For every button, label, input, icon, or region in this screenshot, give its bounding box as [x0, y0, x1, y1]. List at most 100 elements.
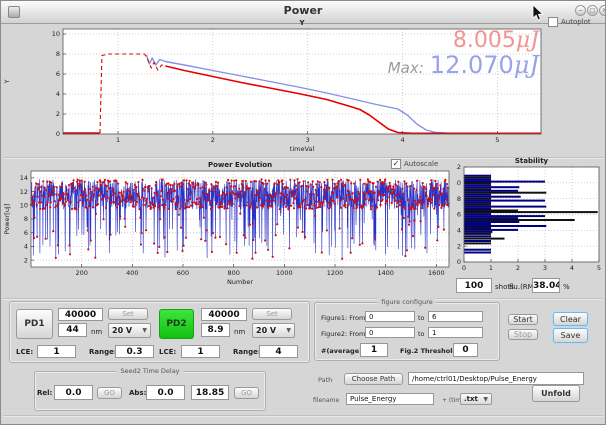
range1-field[interactable] — [115, 345, 154, 358]
clear-button[interactable]: Clear — [553, 312, 588, 326]
svg-text:3: 3 — [306, 136, 310, 144]
pd1-set-button[interactable]: Set — [108, 308, 148, 320]
svg-text:2: 2 — [211, 136, 215, 144]
svg-text:10: 10 — [456, 179, 461, 187]
svg-text:1: 1 — [489, 264, 493, 272]
rel-go-button[interactable]: GO — [97, 387, 122, 399]
section-divider-bottom — [3, 298, 603, 300]
svg-text:12: 12 — [20, 188, 28, 196]
svg-text:1200: 1200 — [327, 269, 344, 277]
choose-path-button[interactable]: Choose Path — [344, 373, 403, 385]
start-button[interactable]: Start — [508, 314, 538, 325]
max-label: Max: — [388, 59, 424, 77]
figure2-to-field[interactable] — [428, 327, 483, 338]
svg-text:12: 12 — [456, 163, 461, 171]
pd2-freq-field[interactable] — [201, 308, 247, 321]
pd2-set-button[interactable]: Set — [252, 308, 292, 320]
svg-text:1400: 1400 — [377, 269, 394, 277]
svg-text:4: 4 — [24, 243, 28, 251]
rel-label: Rel: — [37, 389, 52, 397]
power-evolution-chart: 20040060080010001200140016002468101214Po… — [1, 157, 456, 299]
unfold-button[interactable]: Unfold — [532, 385, 580, 402]
svg-text:10: 10 — [52, 30, 60, 38]
svg-text:600: 600 — [177, 269, 189, 277]
figure2-from-field[interactable] — [365, 327, 415, 338]
chevron-down-icon: ▼ — [286, 327, 291, 334]
rel-field[interactable] — [54, 385, 93, 400]
app-window: Power − □ ✕ 123450246810YtimeValY Autopl… — [0, 0, 606, 425]
svg-text:14: 14 — [20, 174, 28, 182]
figure1-to-field[interactable] — [428, 311, 483, 322]
average-field[interactable] — [360, 343, 388, 357]
svg-text:2: 2 — [24, 256, 28, 264]
save-button[interactable]: Save — [553, 328, 588, 343]
abs-field[interactable] — [146, 385, 185, 400]
svg-text:5: 5 — [495, 136, 499, 144]
extension-value: .txt — [464, 395, 478, 403]
percent-label: % — [563, 283, 570, 291]
svg-text:1: 1 — [116, 136, 120, 144]
rms-value-field[interactable] — [532, 278, 560, 293]
chevron-down-icon: ▼ — [142, 327, 147, 334]
abs-readout-field[interactable] — [191, 385, 229, 400]
filename-field[interactable] — [346, 393, 434, 405]
autoscale-label: Autoscale — [404, 160, 438, 168]
max-energy-unit: μJ — [514, 51, 539, 79]
svg-text:4: 4 — [400, 136, 404, 144]
pd1-freq-field[interactable] — [58, 308, 103, 321]
autoscale-checkbox-box[interactable]: ✓ — [391, 159, 401, 169]
svg-text:Stability: Stability — [515, 157, 549, 165]
extension-dropdown[interactable]: .txt ▼ — [460, 393, 492, 405]
svg-text:6: 6 — [56, 70, 60, 78]
svg-text:10: 10 — [20, 201, 28, 209]
range1-label: Range: — [89, 348, 117, 356]
threshold-field[interactable] — [453, 343, 478, 357]
pd1-voltage-dropdown[interactable]: 20 V ▼ — [108, 323, 151, 338]
svg-text:1600: 1600 — [428, 269, 445, 277]
pd2-voltage-dropdown[interactable]: 20 V ▼ — [252, 323, 295, 338]
svg-text:4: 4 — [457, 227, 461, 235]
path-field[interactable] — [408, 372, 584, 385]
figure2-to-label: to — [418, 330, 425, 338]
figure1-from-field[interactable] — [365, 311, 415, 322]
pd2-button[interactable]: PD2 — [159, 309, 194, 339]
seed2-title: Seed2 Time Delay — [116, 367, 183, 375]
abs-label: Abs: — [129, 389, 146, 397]
lce1-field[interactable] — [37, 345, 76, 358]
svg-text:8: 8 — [457, 195, 461, 203]
mouse-cursor — [532, 4, 544, 22]
range2-field[interactable] — [259, 345, 298, 358]
lce2-field[interactable] — [181, 345, 220, 358]
svg-text:1000: 1000 — [276, 269, 293, 277]
svg-text:Y: Y — [3, 79, 11, 84]
shots-count-field[interactable] — [456, 278, 492, 293]
average-label: #(average): — [321, 347, 365, 355]
abs-go-button[interactable]: GO — [234, 387, 259, 399]
max-energy-readout: Max: 12.070μJ — [388, 51, 539, 79]
svg-text:3: 3 — [543, 264, 547, 272]
svg-text:8: 8 — [56, 50, 60, 58]
current-energy-value: 8.005 — [453, 28, 516, 53]
svg-text:0: 0 — [56, 130, 60, 138]
filename-label: filename — [313, 397, 339, 404]
svg-text:0: 0 — [457, 258, 461, 266]
autoplot-checkbox[interactable]: Autoplot — [548, 17, 591, 27]
pd2-nm-label: nm — [234, 328, 245, 336]
pd1-button[interactable]: PD1 — [16, 309, 53, 339]
bottom-divider — [3, 415, 603, 417]
svg-text:8: 8 — [24, 215, 28, 223]
autoscale-checkbox[interactable]: ✓ Autoscale — [391, 159, 438, 169]
autoplot-checkbox-box[interactable] — [548, 17, 558, 27]
chevron-down-icon: ▼ — [483, 396, 488, 403]
svg-text:Power[uJ]: Power[uJ] — [3, 204, 11, 235]
svg-text:800: 800 — [227, 269, 239, 277]
pd2-wavelength-field[interactable] — [201, 323, 230, 337]
path-label: Path — [318, 376, 332, 384]
stop-button[interactable]: Stop — [508, 329, 538, 340]
svg-text:400: 400 — [126, 269, 138, 277]
threshold-label: Fig.2 Threshold: — [400, 347, 460, 355]
autoplot-label: Autoplot — [561, 18, 591, 26]
svg-text:4: 4 — [570, 264, 574, 272]
pd1-wavelength-field[interactable] — [58, 323, 87, 337]
max-energy-value: 12.070 — [430, 51, 514, 79]
